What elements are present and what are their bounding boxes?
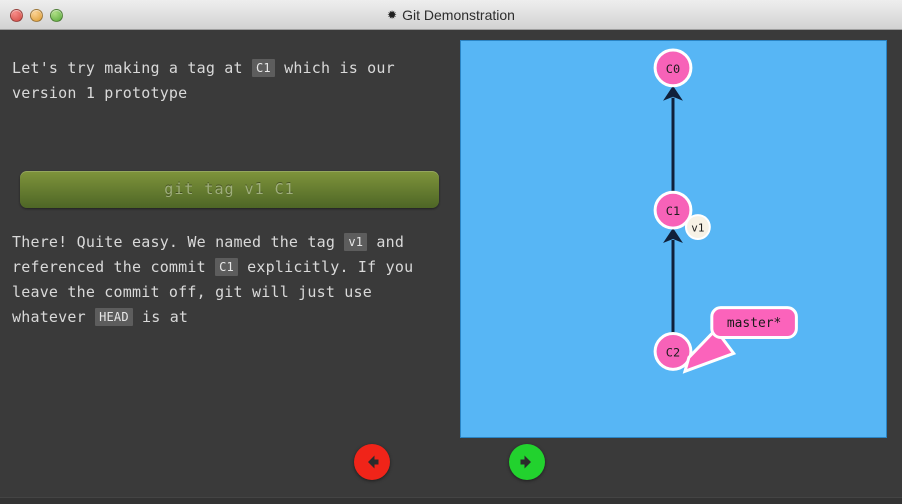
inline-code-chip: C1 [215,258,238,276]
window-titlebar: ✹ Git Demonstration [0,0,902,30]
arrow-right-icon [515,450,539,474]
maximize-window-button[interactable] [50,9,63,22]
git-graph-canvas[interactable]: C0 C1 C2 v1 master* [460,40,887,438]
inline-code-chip: HEAD [95,308,133,326]
close-window-button[interactable] [10,9,23,22]
window-controls [10,0,63,30]
commit-node-label: C0 [666,62,680,76]
window-title-group: ✹ Git Demonstration [387,7,515,23]
back-button[interactable] [354,444,390,480]
minimize-window-button[interactable] [30,9,43,22]
git-graph-svg: C0 C1 C2 v1 master* [461,41,886,437]
window-bottom-strip [0,497,902,504]
commit-node-label: C2 [666,345,680,359]
lesson-outro-paragraph: There! Quite easy. We named the tag v1 a… [12,230,446,330]
gear-icon: ✹ [387,9,397,21]
tag-node-label: v1 [691,222,704,235]
tag-nodes-group: v1 [686,215,710,239]
git-command-button[interactable]: git tag v1 C1 [20,171,439,208]
inline-code-chip: v1 [344,233,367,251]
arrow-left-icon [360,450,384,474]
branch-labels-group: master* [685,308,796,372]
inline-code-chip: C1 [252,59,275,77]
window-title: Git Demonstration [402,7,515,23]
lesson-intro-paragraph: Let's try making a tag at C1 which is ou… [12,56,446,106]
branch-label-text: master* [727,316,781,331]
lesson-text-pane: Let's try making a tag at C1 which is ou… [0,30,460,474]
forward-button[interactable] [509,444,545,480]
git-demonstration-window: ✹ Git Demonstration Let's try making a t… [0,0,902,504]
commit-node-label: C1 [666,204,680,218]
